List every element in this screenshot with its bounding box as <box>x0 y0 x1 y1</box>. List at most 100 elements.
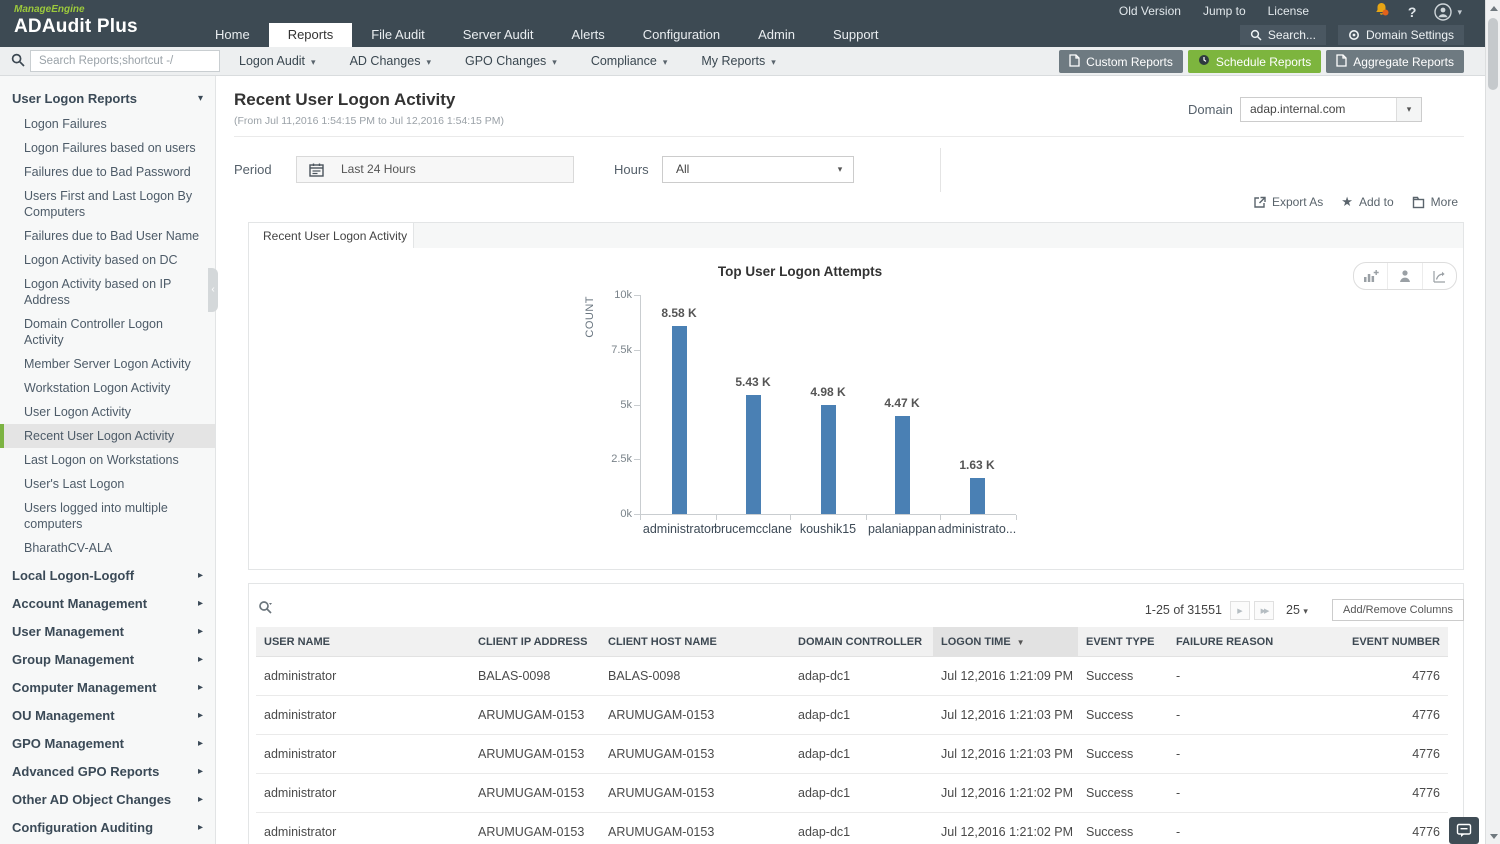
user-chart-icon[interactable] <box>1387 263 1421 289</box>
nav-item-support[interactable]: Support <box>814 23 898 47</box>
domain-select[interactable]: adap.internal.com ▾ <box>1240 97 1422 122</box>
column-header-logon-time[interactable]: LOGON TIME▼ <box>933 627 1078 657</box>
feedback-chat-button[interactable] <box>1449 817 1479 844</box>
nav-item-file-audit[interactable]: File Audit <box>352 23 443 47</box>
more-button[interactable]: More <box>1412 195 1458 209</box>
nav-item-reports[interactable]: Reports <box>269 23 353 47</box>
hours-select[interactable]: All ▾ <box>662 156 854 183</box>
nav-item-server-audit[interactable]: Server Audit <box>444 23 553 47</box>
last-page-button[interactable]: ▶▶ <box>1254 601 1274 620</box>
sidebar-item-recent-user-logon-activity[interactable]: Recent User Logon Activity <box>0 424 215 448</box>
sidebar-item-local-logon-logoff[interactable]: Local Logon-Logoff▸ <box>0 564 215 588</box>
custom-reports-button[interactable]: Custom Reports <box>1059 50 1183 73</box>
top-link-jump-to[interactable]: Jump to <box>1192 4 1257 18</box>
column-header-domain-controller[interactable]: DOMAIN CONTROLLER <box>790 627 933 657</box>
user-account-icon[interactable]: ▾ <box>1434 3 1462 21</box>
chevron-right-icon: ▸ <box>198 676 203 700</box>
top-link-license[interactable]: License <box>1257 4 1320 18</box>
y-tick-mark <box>634 405 640 406</box>
app-logo[interactable]: ManageEngine ADAudit Plus <box>14 4 138 39</box>
tab-recent-user-logon-activity[interactable]: Recent User Logon Activity <box>248 222 414 249</box>
chart-title: Top User Logon Attempts <box>560 264 1040 279</box>
sidebar-item-failures-due-to-bad-password[interactable]: Failures due to Bad Password <box>0 160 215 184</box>
add-chart-icon[interactable] <box>1354 263 1387 289</box>
table-row[interactable]: administratorARUMUGAM-0153ARUMUGAM-0153a… <box>256 696 1448 735</box>
sidebar-item-ou-management[interactable]: OU Management▸ <box>0 704 215 728</box>
schedule-reports-button[interactable]: Schedule Reports <box>1188 50 1321 73</box>
column-header-failure-reason[interactable]: FAILURE REASON <box>1168 627 1320 657</box>
menu-my-reports[interactable]: My Reports▾ <box>684 47 792 75</box>
bar-administrator[interactable] <box>672 326 687 514</box>
sidebar-item-logon-failures-based-on-users[interactable]: Logon Failures based on users <box>0 136 215 160</box>
sidebar-item-last-logon-on-workstations[interactable]: Last Logon on Workstations <box>0 448 215 472</box>
column-header-user-name[interactable]: USER NAME <box>256 627 470 657</box>
table-row[interactable]: administratorBALAS-0098BALAS-0098adap-dc… <box>256 657 1448 696</box>
sidebar-item-user-logon-activity[interactable]: User Logon Activity <box>0 400 215 424</box>
x-tick-mark <box>640 515 641 520</box>
column-header-client-ip-address[interactable]: CLIENT IP ADDRESS <box>470 627 600 657</box>
scroll-down-icon[interactable] <box>1486 828 1500 844</box>
sidebar-item-user-s-last-logon[interactable]: User's Last Logon <box>0 472 215 496</box>
sidebar-item-users-first-and-last-logon-by-computers[interactable]: Users First and Last Logon By Computers <box>0 184 215 224</box>
nav-item-configuration[interactable]: Configuration <box>624 23 739 47</box>
button-label: Custom Reports <box>1086 55 1173 69</box>
sidebar-item-advanced-gpo-reports[interactable]: Advanced GPO Reports▸ <box>0 760 215 784</box>
sidebar-item-user-logon-reports[interactable]: User Logon Reports▾ <box>0 86 215 112</box>
notification-bell-icon[interactable] <box>1373 1 1390 23</box>
top-link-old-version[interactable]: Old Version <box>1108 4 1192 18</box>
sidebar-item-domain-controller-logon-activity[interactable]: Domain Controller Logon Activity <box>0 312 215 352</box>
reports-search-input[interactable] <box>30 50 220 72</box>
bar-palaniappan[interactable] <box>895 416 910 514</box>
column-header-client-host-name[interactable]: CLIENT HOST NAME <box>600 627 790 657</box>
bar-administrato[interactable] <box>970 478 985 514</box>
column-header-event-number[interactable]: EVENT NUMBER <box>1320 627 1448 657</box>
nav-item-alerts[interactable]: Alerts <box>553 23 624 47</box>
refresh-chart-icon[interactable] <box>1422 263 1456 289</box>
sidebar-item-gpo-management[interactable]: GPO Management▸ <box>0 732 215 756</box>
help-icon[interactable]: ? <box>1408 4 1417 20</box>
cell-client-host-name: BALAS-0098 <box>600 657 790 696</box>
sidebar-item-computer-management[interactable]: Computer Management▸ <box>0 676 215 700</box>
scrollbar-thumb[interactable] <box>1488 18 1498 90</box>
sidebar-item-configuration-auditing[interactable]: Configuration Auditing▸ <box>0 816 215 840</box>
table-row[interactable]: administratorARUMUGAM-0153ARUMUGAM-0153a… <box>256 774 1448 813</box>
sidebar-item-logon-activity-based-on-ip-address[interactable]: Logon Activity based on IP Address <box>0 272 215 312</box>
table-row[interactable]: administratorARUMUGAM-0153ARUMUGAM-0153a… <box>256 735 1448 774</box>
menu-ad-changes[interactable]: AD Changes▾ <box>333 47 448 75</box>
sidebar-item-logon-failures[interactable]: Logon Failures <box>0 112 215 136</box>
sidebar-item-failures-due-to-bad-user-name[interactable]: Failures due to Bad User Name <box>0 224 215 248</box>
scroll-up-icon[interactable] <box>1486 0 1500 16</box>
next-page-button[interactable]: ▶ <box>1230 601 1250 620</box>
sidebar-item-logon-activity-based-on-dc[interactable]: Logon Activity based on DC <box>0 248 215 272</box>
sidebar-item-group-management[interactable]: Group Management▸ <box>0 648 215 672</box>
period-picker[interactable]: Last 24 Hours <box>296 156 574 183</box>
menu-gpo-changes[interactable]: GPO Changes▾ <box>448 47 574 75</box>
column-header-event-type[interactable]: EVENT TYPE <box>1078 627 1168 657</box>
sidebar-item-workstation-logon-activity[interactable]: Workstation Logon Activity <box>0 376 215 400</box>
sidebar-item-member-server-logon-activity[interactable]: Member Server Logon Activity <box>0 352 215 376</box>
bar-value-label: 5.43 K <box>711 375 795 389</box>
menu-compliance[interactable]: Compliance▾ <box>574 47 685 75</box>
sidebar-item-users-logged-into-multiple-computers[interactable]: Users logged into multiple computers <box>0 496 215 536</box>
table-search-icon[interactable] <box>258 600 273 615</box>
add-remove-columns-button[interactable]: Add/Remove Columns <box>1332 599 1464 621</box>
export-as-button[interactable]: Export As <box>1253 195 1323 209</box>
domain-settings-button[interactable]: Domain Settings <box>1338 25 1464 45</box>
sidebar-item-account-management[interactable]: Account Management▸ <box>0 592 215 616</box>
sidebar-item-bharathcv-ala[interactable]: BharathCV-ALA <box>0 536 215 560</box>
bar-brucemcclane[interactable] <box>746 395 761 514</box>
sidebar-item-user-management[interactable]: User Management▸ <box>0 620 215 644</box>
table-row[interactable]: administratorARUMUGAM-0153ARUMUGAM-0153a… <box>256 813 1448 844</box>
bar-koushik15[interactable] <box>821 405 836 514</box>
menu-logon-audit[interactable]: Logon Audit▾ <box>222 47 333 75</box>
sidebar-item-other-ad-object-changes[interactable]: Other AD Object Changes▸ <box>0 788 215 812</box>
nav-item-admin[interactable]: Admin <box>739 23 814 47</box>
chevron-down-icon: ▾ <box>771 57 776 67</box>
nav-item-home[interactable]: Home <box>196 23 269 47</box>
add-to-button[interactable]: ★ Add to <box>1341 194 1393 210</box>
global-search-button[interactable]: Search... <box>1240 25 1326 45</box>
sidebar-collapse-handle[interactable]: ‹ <box>208 268 218 312</box>
vertical-scrollbar[interactable] <box>1485 0 1500 844</box>
aggregate-reports-button[interactable]: Aggregate Reports <box>1326 50 1464 73</box>
page-size-select[interactable]: 25 ▾ <box>1286 603 1308 617</box>
